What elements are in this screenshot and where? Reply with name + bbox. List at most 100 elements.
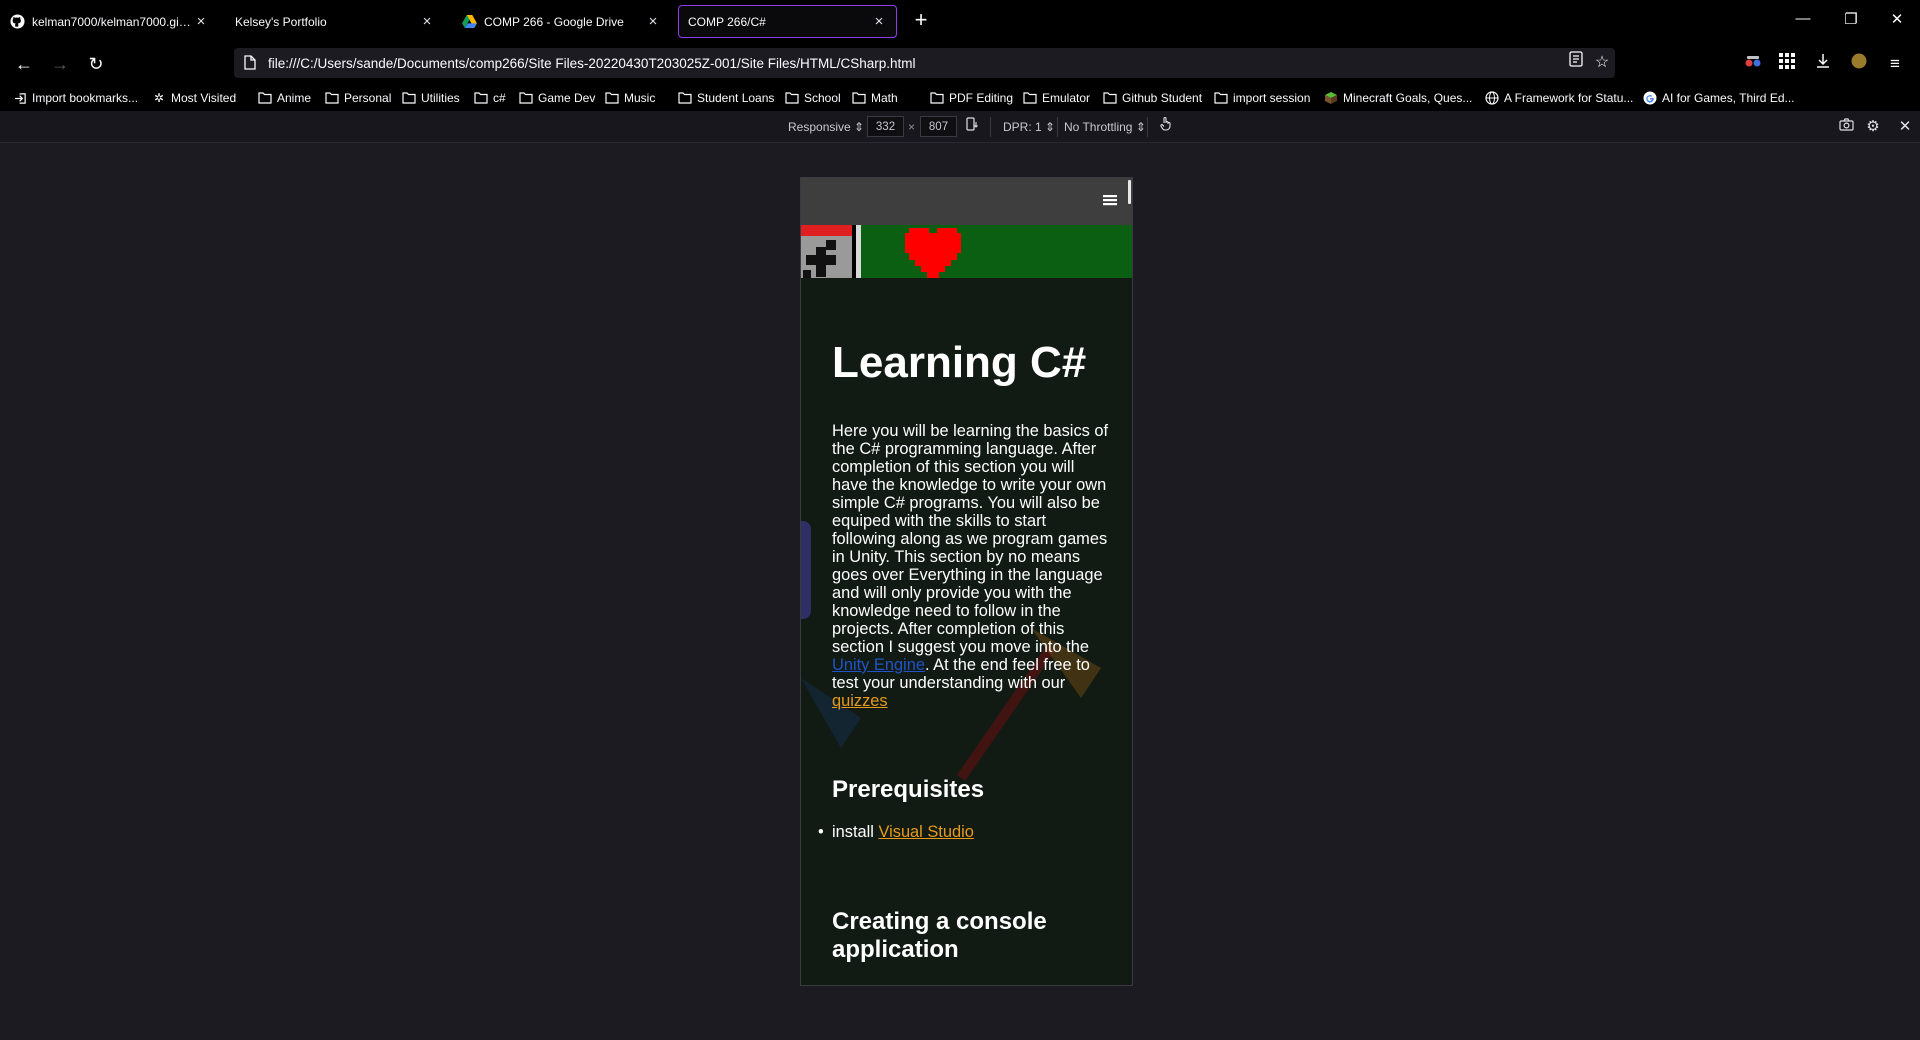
list-item: install Visual Studio bbox=[818, 823, 974, 842]
download-icon[interactable] bbox=[1811, 52, 1835, 76]
toolbar-separator bbox=[1057, 117, 1058, 137]
menu-icon[interactable]: ≡ bbox=[1883, 52, 1907, 76]
unity-engine-link[interactable]: Unity Engine bbox=[832, 656, 925, 674]
folder-icon bbox=[401, 90, 417, 106]
console-app-heading: Creating a console application bbox=[832, 908, 1047, 963]
extension-icon[interactable] bbox=[1741, 52, 1765, 76]
bookmark-folder-math[interactable]: Math bbox=[851, 88, 898, 108]
bookmark-folder-personal[interactable]: Personal bbox=[324, 88, 391, 108]
bookmark-framework-status[interactable]: A Framework for Statu... bbox=[1484, 88, 1633, 108]
tab-title: Kelsey's Portfolio bbox=[235, 14, 327, 29]
github-icon bbox=[9, 14, 25, 30]
bookmark-folder-anime[interactable]: Anime bbox=[257, 88, 311, 108]
bookmark-folder-game-dev[interactable]: Game Dev bbox=[518, 88, 595, 108]
url-text: file:///C:/Users/sande/Documents/comp266… bbox=[268, 55, 916, 71]
tab-github[interactable]: kelman7000/kelman7000.github.io × bbox=[0, 5, 218, 38]
tab-portfolio[interactable]: Kelsey's Portfolio × bbox=[226, 5, 444, 38]
restore-button[interactable]: ❐ bbox=[1836, 10, 1866, 32]
bookmark-label: Most Visited bbox=[171, 91, 237, 105]
bookmark-import[interactable]: Import bookmarks... bbox=[12, 88, 138, 108]
screenshot-camera-icon[interactable] bbox=[1835, 116, 1857, 138]
folder-icon bbox=[784, 90, 800, 106]
bookmark-folder-emulator[interactable]: Emulator bbox=[1022, 88, 1090, 108]
bookmark-minecraft-goals[interactable]: Minecraft Goals, Ques... bbox=[1323, 88, 1472, 108]
bookmark-folder-pdf-editing[interactable]: PDF Editing bbox=[929, 88, 1013, 108]
rotate-device-icon[interactable] bbox=[961, 116, 983, 138]
folder-icon bbox=[518, 90, 534, 106]
back-button[interactable]: ← bbox=[11, 51, 37, 77]
bookmark-label: Emulator bbox=[1042, 91, 1091, 105]
folder-icon bbox=[473, 90, 489, 106]
bookmark-label: Github Student bbox=[1122, 91, 1203, 105]
folder-icon bbox=[1102, 90, 1118, 106]
quizzes-link[interactable]: quizzes bbox=[832, 692, 888, 710]
bookmark-folder-csharp[interactable]: c# bbox=[473, 88, 506, 108]
dimension-separator: × bbox=[908, 120, 916, 134]
list-item-text: install bbox=[832, 823, 879, 841]
device-selector[interactable]: Responsive ⇕ bbox=[788, 117, 864, 137]
gear-icon: ✲ bbox=[153, 91, 165, 105]
folder-icon bbox=[851, 90, 867, 106]
reader-view-icon[interactable] bbox=[1563, 50, 1589, 76]
close-rdm-icon[interactable]: ✕ bbox=[1894, 116, 1916, 138]
bookmark-label: School bbox=[804, 91, 841, 105]
hamburger-menu-icon[interactable] bbox=[1102, 192, 1118, 208]
touch-simulation-icon[interactable] bbox=[1155, 116, 1177, 138]
bookmark-folder-github-student[interactable]: Github Student bbox=[1102, 88, 1202, 108]
reload-button[interactable]: ↻ bbox=[83, 51, 109, 77]
new-tab-button[interactable]: + bbox=[911, 9, 931, 31]
bookmark-ai-for-games[interactable]: AI for Games, Third Ed... bbox=[1642, 88, 1795, 108]
bookmark-folder-school[interactable]: School bbox=[784, 88, 841, 108]
globe-icon bbox=[1484, 90, 1500, 106]
viewport-height-input[interactable]: 807 bbox=[920, 116, 957, 137]
bookmark-label: Anime bbox=[277, 91, 312, 105]
tab-title: COMP 266/C# bbox=[688, 14, 766, 29]
close-icon[interactable]: × bbox=[419, 13, 435, 30]
tab-strip: kelman7000/kelman7000.github.io × Kelsey… bbox=[0, 0, 1920, 43]
bookmark-label: Music bbox=[624, 91, 656, 105]
minimize-button[interactable]: — bbox=[1788, 10, 1818, 32]
tab-title: COMP 266 - Google Drive bbox=[484, 14, 624, 29]
folder-icon bbox=[677, 90, 693, 106]
navigation-toolbar: ← → ↻ file:///C:/Users/sande/Documents/c… bbox=[0, 43, 1920, 85]
tab-title: kelman7000/kelman7000.github.io bbox=[32, 14, 193, 29]
responsive-viewport: Learning C# Here you will be learning th… bbox=[800, 177, 1133, 986]
bookmark-folder-utilities[interactable]: Utilities bbox=[401, 88, 460, 108]
bookmark-folder-student-loans[interactable]: Student Loans bbox=[677, 88, 774, 108]
bookmark-most-visited[interactable]: ✲ Most Visited bbox=[151, 88, 236, 108]
close-icon[interactable]: × bbox=[645, 13, 661, 30]
tab-csharp[interactable]: COMP 266/C# × bbox=[678, 5, 897, 38]
bookmark-label: Minecraft Goals, Ques... bbox=[1343, 91, 1473, 105]
page-icon bbox=[244, 55, 258, 71]
folder-icon bbox=[604, 90, 620, 106]
settings-gear-icon[interactable]: ⚙ bbox=[1862, 116, 1884, 138]
visual-studio-link[interactable]: Visual Studio bbox=[878, 823, 973, 841]
close-icon[interactable]: × bbox=[193, 13, 209, 30]
scrollbar-thumb[interactable] bbox=[1128, 180, 1131, 204]
page-title: Learning C# bbox=[832, 338, 1087, 387]
account-avatar-icon[interactable] bbox=[1847, 52, 1871, 76]
forward-button[interactable]: → bbox=[47, 51, 73, 77]
main-content: Learning C# Here you will be learning th… bbox=[801, 278, 1132, 985]
bookmark-folder-music[interactable]: Music bbox=[604, 88, 655, 108]
google-drive-icon bbox=[461, 14, 477, 30]
bookmark-label: Math bbox=[871, 91, 898, 105]
folder-icon bbox=[324, 90, 340, 106]
bookmarks-toolbar: Import bookmarks... ✲ Most Visited Anime… bbox=[0, 85, 1920, 111]
grid-apps-icon[interactable] bbox=[1775, 52, 1799, 76]
bookmark-folder-import-session[interactable]: import session bbox=[1213, 88, 1310, 108]
throttling-selector[interactable]: No Throttling ⇕ bbox=[1064, 117, 1146, 137]
url-bar[interactable]: file:///C:/Users/sande/Documents/comp266… bbox=[234, 48, 1615, 78]
folder-icon bbox=[1213, 90, 1229, 106]
site-navbar bbox=[801, 178, 1132, 225]
bookmark-label: Utilities bbox=[421, 91, 460, 105]
intro-text: Here you will be learning the basics of … bbox=[832, 422, 1109, 656]
bookmark-label: Personal bbox=[344, 91, 392, 105]
tab-google-drive[interactable]: COMP 266 - Google Drive × bbox=[452, 5, 670, 38]
prerequisites-heading: Prerequisites bbox=[832, 776, 985, 803]
viewport-width-input[interactable]: 332 bbox=[867, 116, 904, 137]
bookmark-star-icon[interactable]: ☆ bbox=[1589, 50, 1615, 76]
dpr-selector[interactable]: DPR: 1 ⇕ bbox=[1003, 117, 1055, 137]
window-close-button[interactable]: ✕ bbox=[1882, 10, 1912, 32]
close-icon[interactable]: × bbox=[871, 13, 887, 30]
